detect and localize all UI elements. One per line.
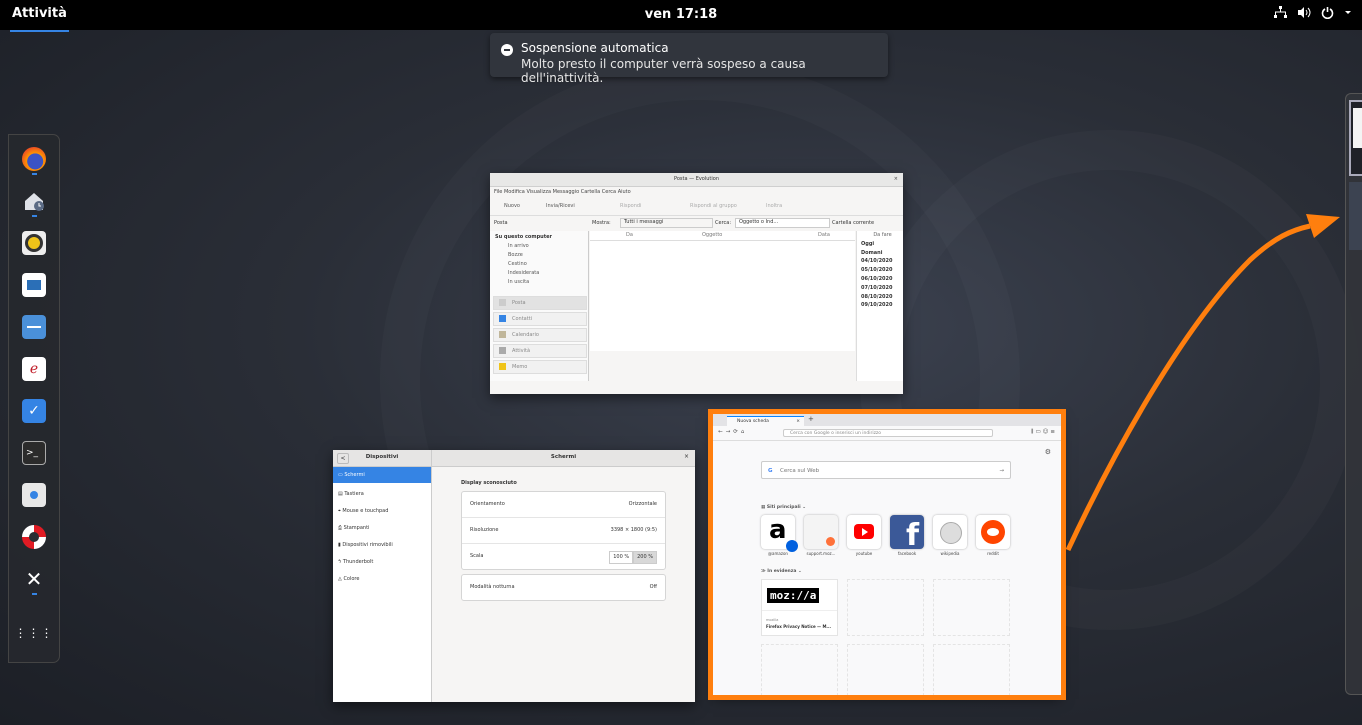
todo-item[interactable]: Oggi	[857, 240, 903, 249]
todo-item[interactable]: 07/10/2020	[857, 284, 903, 293]
evolution-menubar[interactable]: File Modifica Visualizza Messaggio Carte…	[494, 189, 631, 195]
sidebar-item-thunderbolt[interactable]: ϟ Thunderbolt	[333, 554, 431, 570]
close-icon[interactable]: ×	[684, 453, 689, 460]
folder-junk[interactable]: Indesiderata	[508, 270, 539, 276]
show-filter-select[interactable]: Tutti i messaggi	[620, 218, 713, 228]
clock-area: ven 17:18	[0, 0, 1362, 30]
folder-outbox[interactable]: In uscita	[508, 279, 529, 285]
column-from[interactable]: Da	[626, 232, 633, 238]
todo-item[interactable]: 09/10/2020	[857, 301, 903, 310]
section-calendar[interactable]: Calendario	[493, 328, 587, 342]
writer-icon[interactable]	[22, 273, 46, 297]
sidebar-item-mouse[interactable]: ⌖ Mouse e touchpad	[333, 503, 431, 519]
notification-body: Molto presto il computer verrà sospeso a…	[521, 57, 806, 85]
suspend-icon	[501, 44, 513, 56]
folder-trash[interactable]: Cestino	[508, 261, 527, 267]
todo-header: Da fare	[873, 232, 892, 238]
system-status-area[interactable]	[1274, 6, 1352, 19]
network-icon	[1274, 6, 1287, 18]
software-icon[interactable]	[22, 483, 46, 507]
display-panel: Orientamento Orizzontale Risoluzione 3398 …	[461, 491, 666, 570]
clock[interactable]: ven 17:18	[645, 7, 717, 22]
forward-button[interactable]: Inoltra	[766, 203, 782, 209]
help-icon[interactable]	[22, 525, 46, 549]
sidebar-item-schermi[interactable]: ▭ Schermi	[333, 467, 431, 483]
folder-inbox[interactable]: In arrivo	[508, 243, 529, 249]
todo-item[interactable]: 05/10/2020	[857, 266, 903, 275]
scale-200-button[interactable]: 200 %	[633, 551, 657, 564]
terminal-icon[interactable]: >_	[22, 441, 46, 465]
night-light-row[interactable]: Modalità notturna Off	[462, 575, 665, 600]
window-highlight-frame	[708, 409, 1066, 700]
notification-banner[interactable]: Sospensione automatica Molto presto il c…	[490, 33, 888, 85]
settings-right-title: Schermi	[550, 454, 577, 460]
reply-button[interactable]: Rispondi	[620, 203, 641, 209]
section-memos[interactable]: Memo	[493, 360, 587, 374]
sidebar-item-removable[interactable]: ▮ Dispositivi rimovibili	[333, 537, 431, 553]
send-receive-button[interactable]: Invia/Ricevi	[546, 203, 575, 209]
notification-title: Sospensione automatica	[521, 41, 669, 55]
sidebar-item-stampanti[interactable]: ⎙ Stampanti	[333, 520, 431, 536]
workspace-switcher[interactable]	[1345, 93, 1362, 695]
volume-icon	[1298, 7, 1311, 18]
orientation-row[interactable]: Orientamento Orizzontale	[462, 492, 665, 518]
show-label: Mostra:	[592, 220, 611, 226]
search-label: Cerca:	[715, 220, 732, 226]
column-subject[interactable]: Oggetto	[702, 232, 722, 238]
todo-item[interactable]: 08/10/2020	[857, 293, 903, 302]
window-thumbnail	[1353, 108, 1362, 148]
section-label: Posta	[494, 220, 508, 226]
todo-item[interactable]: 04/10/2020	[857, 257, 903, 266]
evolution-titlebar: Posta — Evolution	[490, 173, 903, 187]
dash: ℯ ✓ >_ ✕ ⋮⋮⋮	[8, 134, 60, 663]
workspace-thumbnail-active[interactable]	[1349, 100, 1362, 176]
running-indicator	[32, 173, 37, 175]
settings-left-title: Dispositivi	[365, 454, 399, 460]
show-applications-icon[interactable]: ⋮⋮⋮	[15, 621, 53, 645]
todo-item[interactable]: Domani	[857, 249, 903, 258]
tasks-icon[interactable]: ✓	[22, 399, 46, 423]
folder-drafts[interactable]: Bozze	[508, 252, 523, 258]
running-indicator	[32, 593, 37, 595]
folder-sidebar: Su questo computer In arrivo Bozze Cesti…	[490, 231, 589, 381]
settings-sidebar: ▭ Schermi ▤ Tastiera ⌖ Mouse e touchpad …	[333, 467, 432, 702]
chevron-down-icon	[1345, 11, 1351, 14]
section-contacts[interactable]: Contatti	[493, 312, 587, 326]
new-button[interactable]: Nuovo	[504, 203, 520, 209]
files-icon[interactable]	[22, 315, 46, 339]
night-light-panel: Modalità notturna Off	[461, 574, 666, 601]
sidebar-item-tastiera[interactable]: ▤ Tastiera	[333, 486, 431, 502]
top-bar: Attività ven 17:18	[0, 0, 1362, 32]
document-viewer-icon[interactable]: ℯ	[22, 357, 46, 381]
search-input[interactable]: Oggetto o Ind...	[735, 218, 830, 228]
todo-pane: Da fare Oggi Domani 04/10/2020 05/10/202…	[856, 231, 903, 381]
power-icon	[1321, 7, 1334, 19]
scale-row: Scala 100 % 200 %	[462, 544, 665, 569]
activities-button[interactable]: Attività	[10, 0, 69, 32]
section-tasks[interactable]: Attività	[493, 344, 587, 358]
scale-100-button[interactable]: 100 %	[609, 551, 634, 564]
settings-header-right: Schermi ×	[432, 450, 695, 467]
evolution-icon[interactable]	[22, 189, 46, 213]
column-date[interactable]: Data	[818, 232, 830, 238]
close-icon[interactable]: ×	[894, 176, 898, 182]
sidebar-item-colore[interactable]: ◬ Colore	[333, 571, 431, 587]
evolution-window[interactable]: Posta — Evolution × File Modifica Visual…	[490, 173, 903, 394]
account-label[interactable]: Su questo computer	[495, 234, 552, 240]
workspace-thumbnail-empty[interactable]	[1349, 182, 1362, 250]
settings-window[interactable]: < Dispositivi Schermi × ▭ Schermi ▤ Tast…	[333, 450, 695, 702]
evolution-toolbar: Nuovo Invia/Ricevi Rispondi Rispondi al …	[490, 199, 903, 216]
firefox-icon[interactable]	[22, 147, 46, 171]
section-mail[interactable]: Posta	[493, 296, 587, 310]
settings-icon[interactable]: ✕	[22, 567, 46, 591]
display-heading: Display sconosciuto	[461, 480, 517, 486]
resolution-row[interactable]: Risoluzione 3398 × 1800 (9:5)	[462, 518, 665, 544]
rhythmbox-icon[interactable]	[22, 231, 46, 255]
reply-group-button[interactable]: Rispondi al gruppo	[690, 203, 737, 209]
todo-item[interactable]: 06/10/2020	[857, 275, 903, 284]
search-scope[interactable]: Cartella corrente	[832, 220, 874, 226]
settings-header-left: < Dispositivi	[333, 450, 432, 467]
message-list[interactable]: Da Oggetto Data	[590, 231, 855, 351]
running-indicator	[32, 215, 37, 217]
